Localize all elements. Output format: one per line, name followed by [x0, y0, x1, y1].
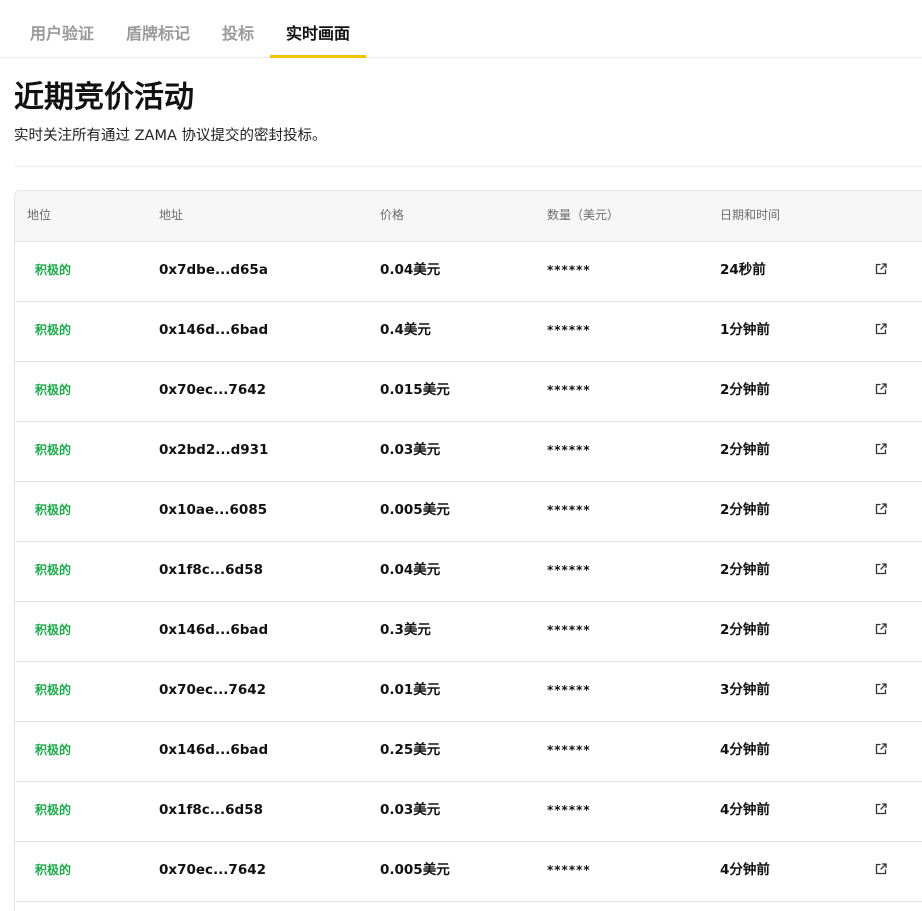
external-link-icon[interactable]	[873, 381, 889, 397]
address-cell: 0x1f8c...6d58	[159, 802, 263, 818]
address-cell: 0x146d...6bad	[159, 742, 269, 758]
tab-shield-marker[interactable]: 盾牌标记	[126, 0, 190, 57]
address-cell: 0x2bd2...d931	[159, 442, 269, 458]
active-tab-indicator	[270, 55, 366, 58]
external-link-icon[interactable]	[873, 441, 889, 457]
price-cell: 0.005美元	[380, 862, 450, 878]
status-badge: 积极的	[35, 803, 72, 817]
address-cell: 0x70ec...7642	[159, 682, 267, 698]
table-row: 积极的 0x146d...6bad 0.25美元 ****** 4分钟前	[15, 721, 922, 782]
address-cell: 0x146d...6bad	[159, 622, 269, 638]
quantity-cell: ******	[547, 863, 591, 877]
tab-live-feed[interactable]: 实时画面	[286, 0, 350, 57]
external-link-icon[interactable]	[873, 261, 889, 277]
datetime-cell: 2分钟前	[720, 502, 770, 518]
external-link-icon[interactable]	[873, 621, 889, 637]
quantity-cell: ******	[547, 323, 591, 337]
table-row: 积极的 0x7dbe...d65a 0.04美元 ****** 24秒前	[15, 241, 922, 302]
column-header-quantity: 数量（美元）	[547, 208, 620, 222]
external-link-icon[interactable]	[873, 741, 889, 757]
column-header-datetime: 日期和时间	[720, 208, 781, 222]
column-header-price: 价格	[380, 208, 405, 222]
status-badge: 积极的	[35, 263, 72, 277]
datetime-cell: 3分钟前	[720, 682, 770, 698]
quantity-cell: ******	[547, 623, 591, 637]
table-row: 积极的 0x70ec...7642 0.005美元 ****** 4分钟前	[15, 841, 922, 902]
quantity-cell: ******	[547, 383, 591, 397]
table-row: 积极的 0x2bd2...d931 0.03美元 ****** 2分钟前	[15, 421, 922, 482]
quantity-cell: ******	[547, 443, 591, 457]
status-badge: 积极的	[35, 683, 72, 697]
table-row: 积极的 0x70ec...7642 0.015美元 ****** 2分钟前	[15, 361, 922, 422]
price-cell: 0.03美元	[380, 442, 441, 458]
external-link-icon[interactable]	[873, 861, 889, 877]
status-badge: 积极的	[35, 623, 72, 637]
table-row: 积极的 0x1f8c...6d58 0.04美元 ****** 2分钟前	[15, 541, 922, 602]
address-cell: 0x146d...6bad	[159, 322, 269, 338]
table-row: 积极的 0x1f8c...6d58 0.03美元 ****** 4分钟前	[15, 781, 922, 842]
price-cell: 0.04美元	[380, 262, 441, 278]
page-title: 近期竞价活动	[14, 80, 194, 115]
table-row: 积极的 0x146d...6bad 0.3美元 ****** 2分钟前	[15, 601, 922, 662]
external-link-icon[interactable]	[873, 501, 889, 517]
quantity-cell: ******	[547, 503, 591, 517]
quantity-cell: ******	[547, 743, 591, 757]
price-cell: 0.01美元	[380, 682, 441, 698]
table-row: 积极的 0x146d...6bad 0.4美元 ****** 1分钟前	[15, 301, 922, 362]
quantity-cell: ******	[547, 263, 591, 277]
status-badge: 积极的	[35, 323, 72, 337]
price-cell: 0.4美元	[380, 322, 431, 338]
datetime-cell: 1分钟前	[720, 322, 770, 338]
address-cell: 0x1f8c...6d58	[159, 562, 263, 578]
price-cell: 0.04美元	[380, 562, 441, 578]
tab-bar: 用户验证 盾牌标记 投标 实时画面	[0, 0, 922, 58]
datetime-cell: 2分钟前	[720, 622, 770, 638]
page-subtitle: 实时关注所有通过 ZAMA 协议提交的密封投标。	[14, 128, 327, 144]
external-link-icon[interactable]	[873, 321, 889, 337]
column-header-status: 地位	[27, 208, 52, 222]
address-cell: 0x70ec...7642	[159, 382, 267, 398]
address-cell: 0x10ae...6085	[159, 502, 268, 518]
price-cell: 0.015美元	[380, 382, 450, 398]
bids-table: 地位 地址 价格 数量（美元） 日期和时间 积极的 0x7dbe...d65a …	[14, 190, 922, 911]
external-link-icon[interactable]	[873, 801, 889, 817]
table-row: 积极的 0x10ae...6085 0.005美元 ****** 2分钟前	[15, 481, 922, 542]
datetime-cell: 4分钟前	[720, 802, 770, 818]
quantity-cell: ******	[547, 803, 591, 817]
datetime-cell: 2分钟前	[720, 442, 770, 458]
status-badge: 积极的	[35, 503, 72, 517]
datetime-cell: 2分钟前	[720, 382, 770, 398]
column-header-address: 地址	[159, 208, 184, 222]
price-cell: 0.25美元	[380, 742, 441, 758]
address-cell: 0x70ec...7642	[159, 862, 267, 878]
tab-user-verification[interactable]: 用户验证	[30, 0, 94, 57]
external-link-icon[interactable]	[873, 681, 889, 697]
quantity-cell: ******	[547, 683, 591, 697]
table-header: 地位 地址 价格 数量（美元） 日期和时间	[15, 191, 922, 242]
table-row: 积极的 0x70ec...7642 0.01美元 ****** 3分钟前	[15, 661, 922, 722]
datetime-cell: 24秒前	[720, 262, 766, 278]
price-cell: 0.03美元	[380, 802, 441, 818]
quantity-cell: ******	[547, 563, 591, 577]
price-cell: 0.3美元	[380, 622, 431, 638]
status-badge: 积极的	[35, 443, 72, 457]
datetime-cell: 4分钟前	[720, 862, 770, 878]
status-badge: 积极的	[35, 743, 72, 757]
price-cell: 0.005美元	[380, 502, 450, 518]
status-badge: 积极的	[35, 383, 72, 397]
tab-bids[interactable]: 投标	[222, 0, 254, 57]
external-link-icon[interactable]	[873, 561, 889, 577]
datetime-cell: 4分钟前	[720, 742, 770, 758]
section-divider	[14, 166, 922, 167]
datetime-cell: 2分钟前	[720, 562, 770, 578]
status-badge: 积极的	[35, 863, 72, 877]
address-cell: 0x7dbe...d65a	[159, 262, 268, 278]
status-badge: 积极的	[35, 563, 72, 577]
